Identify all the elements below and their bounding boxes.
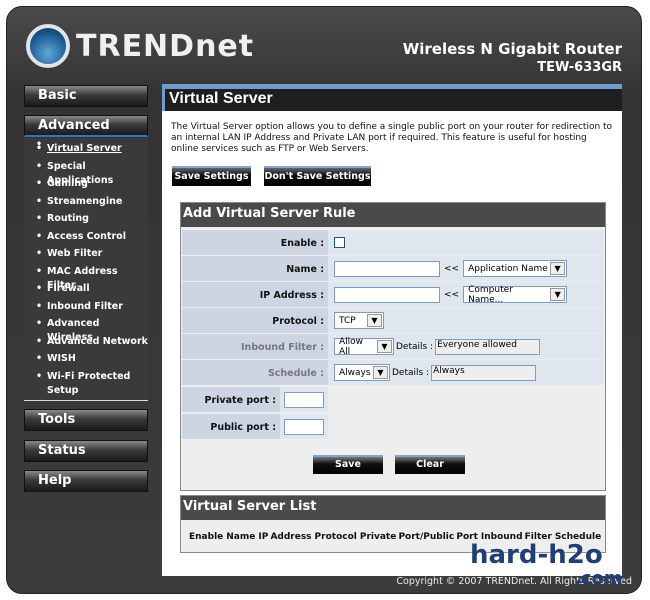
chevron-down-icon: ▼ — [550, 262, 566, 275]
nav-help[interactable]: Help — [24, 470, 148, 492]
nav-tools[interactable]: Tools — [24, 409, 148, 431]
name-input[interactable] — [334, 260, 440, 277]
enable-label: Enable : — [182, 230, 328, 255]
application-name-select[interactable]: Application Name ▼ — [463, 260, 568, 277]
computer-name-select[interactable]: Computer Name... ▼ — [463, 284, 568, 305]
logo-icon — [26, 24, 70, 68]
submenu-item[interactable]: Gaming — [24, 177, 148, 195]
nav-advanced[interactable]: Advanced — [24, 115, 148, 137]
protocol-label: Protocol : — [182, 308, 328, 333]
details-label: Details : — [392, 367, 430, 378]
submenu-item[interactable]: Web Filter — [24, 247, 148, 265]
chevron-down-icon: ▼ — [377, 340, 392, 353]
product-name: Wireless N Gigabit Router — [402, 40, 622, 58]
private-port-input[interactable] — [284, 391, 324, 408]
save-button[interactable]: Save — [313, 455, 383, 474]
nav-basic[interactable]: Basic — [24, 85, 148, 107]
submenu-item[interactable]: WISH — [24, 352, 148, 370]
copy-arrows: << — [444, 289, 460, 300]
save-settings-button[interactable]: Save Settings — [172, 166, 251, 186]
schedule-details-field: Always — [431, 364, 537, 381]
private-port-label: Private port : — [182, 387, 280, 412]
inbound-details-field: Everyone allowed — [435, 338, 541, 355]
brand-text: TRENDnet — [76, 28, 255, 64]
content-panel: Virtual Server The Virtual Server option… — [162, 84, 622, 576]
public-port-input[interactable] — [284, 418, 324, 435]
add-rule-title: Add Virtual Server Rule — [181, 203, 605, 227]
submenu-item[interactable]: Special Applications — [24, 160, 148, 186]
submenu-item[interactable]: Advanced Wireless — [24, 317, 148, 343]
watermark-text: hard-h2o — [470, 540, 603, 570]
inbound-filter-select[interactable]: Allow All ▼ — [334, 336, 394, 357]
ip-address-input[interactable] — [334, 286, 440, 303]
dont-save-settings-button[interactable]: Don't Save Settings — [264, 166, 371, 186]
add-rule-section: Add Virtual Server Rule Enable : Name : <… — [180, 202, 606, 491]
submenu-item[interactable]: Routing — [24, 212, 148, 230]
page-description: The Virtual Server option allows you to … — [171, 122, 613, 154]
submenu-item[interactable]: MAC Address Filter — [24, 265, 148, 291]
copy-arrows: << — [444, 263, 460, 274]
select-value: Always — [339, 367, 371, 378]
advanced-submenu: Virtual ServerSpecial ApplicationsGaming… — [24, 138, 148, 401]
chevron-down-icon: ▼ — [373, 366, 388, 379]
list-title: Virtual Server List — [181, 496, 605, 520]
enable-checkbox[interactable] — [334, 237, 345, 248]
column-header: Name — [226, 532, 256, 542]
submenu-item[interactable]: Inbound Filter — [24, 300, 148, 318]
watermark-domain: .com — [574, 568, 623, 589]
page-title: Virtual Server — [162, 89, 622, 111]
name-label: Name : — [182, 256, 328, 281]
submenu-item[interactable]: Firewall — [24, 282, 148, 300]
inbound-filter-label: Inbound Filter : — [182, 334, 328, 359]
ip-label: IP Address : — [182, 282, 328, 307]
schedule-select[interactable]: Always ▼ — [334, 364, 390, 381]
select-value: Computer Name... — [468, 284, 513, 305]
public-port-label: Public port : — [182, 414, 280, 439]
submenu-item[interactable]: Streamengine — [24, 195, 148, 213]
model-name: TEW-633GR — [537, 60, 622, 75]
select-value: TCP — [339, 315, 356, 326]
nav-status[interactable]: Status — [24, 440, 148, 462]
submenu-item[interactable]: Advanced Network — [24, 335, 148, 353]
trendnet-logo: TRENDnet — [26, 24, 254, 68]
watermark: hard-h2o — [470, 540, 603, 570]
protocol-select[interactable]: TCP ▼ — [334, 312, 384, 329]
select-value: Allow All — [339, 336, 364, 357]
schedule-label: Schedule : — [182, 360, 328, 385]
column-header: Private Port/Public Port — [359, 532, 478, 542]
submenu-item[interactable]: Access Control — [24, 230, 148, 248]
column-header: Protocol — [314, 532, 357, 542]
submenu-item[interactable]: Virtual Server — [24, 142, 148, 160]
select-value: Application Name — [468, 263, 548, 274]
submenu-item[interactable]: Wi-Fi Protected Setup — [24, 370, 148, 400]
column-header: IP Address — [258, 532, 312, 542]
chevron-down-icon: ▼ — [550, 288, 566, 301]
clear-button[interactable]: Clear — [395, 455, 465, 474]
column-header: Enable — [189, 532, 224, 542]
chevron-down-icon: ▼ — [367, 314, 382, 327]
product-info: Wireless N Gigabit Router TEW-633GR — [403, 40, 622, 75]
details-label: Details : — [396, 341, 434, 352]
